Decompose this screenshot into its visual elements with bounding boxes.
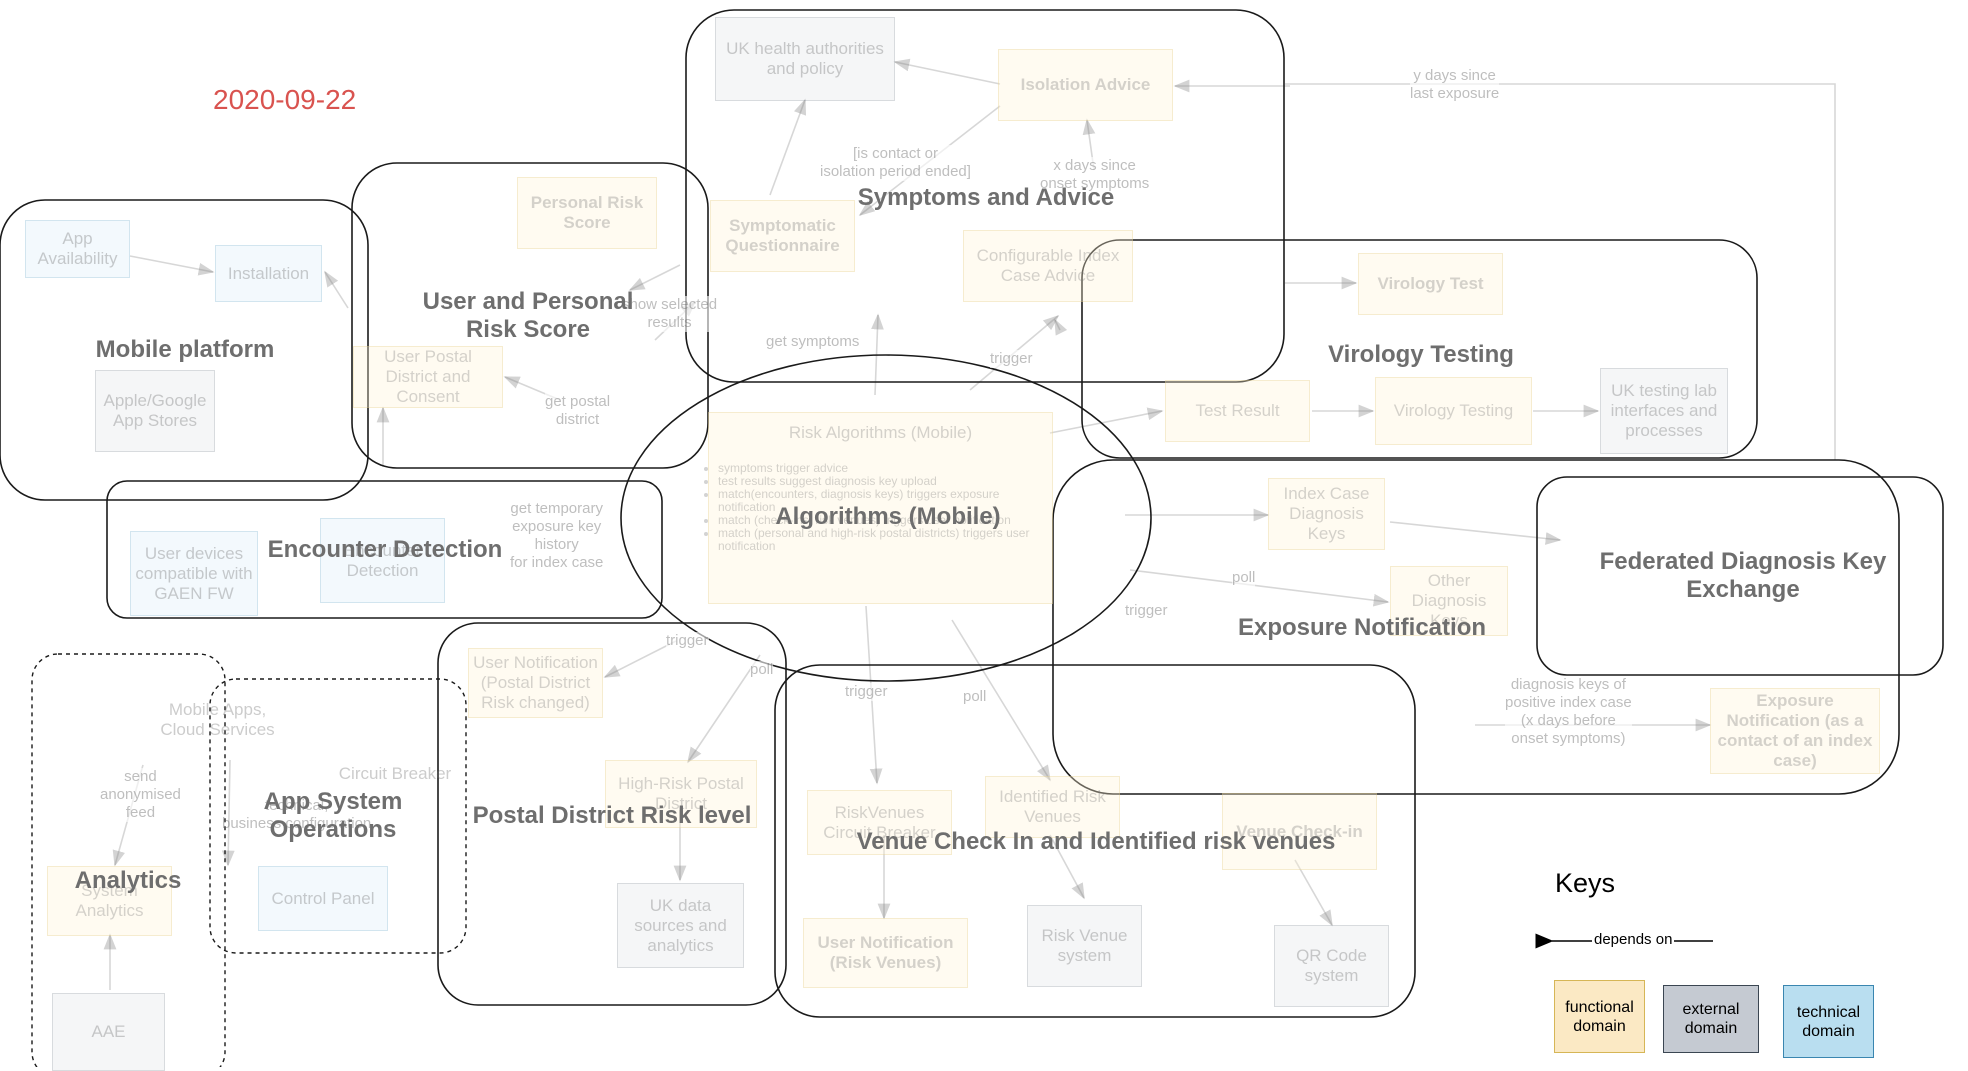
keys-title: Keys	[1555, 868, 1616, 898]
group-title-postal: Postal District Risk level	[472, 802, 752, 829]
node-index-case-keys: Index Case Diagnosis Keys	[1268, 478, 1385, 550]
group-title-algorithms: Algorithms (Mobile)	[775, 503, 1001, 530]
node-app-availability: App Availability	[25, 220, 130, 278]
diagram-date: 2020-09-22	[213, 84, 357, 115]
node-qr-code-system: QR Code system	[1274, 925, 1389, 1007]
edge-label-poll: poll	[750, 661, 774, 679]
node-control-panel: Control Panel	[258, 866, 388, 931]
edge-label-diagnosis-keys: diagnosis keys of positive index case (x…	[1505, 676, 1632, 748]
group-title-federated: Federated Diagnosis Key Exchange	[1599, 548, 1887, 603]
group-title-symptoms: Symptoms and Advice	[857, 184, 1115, 211]
key-external-domain: external domain	[1663, 985, 1759, 1053]
node-isolation-advice: Isolation Advice	[998, 49, 1173, 121]
edge-label-trigger: trigger	[845, 683, 888, 701]
node-aae: AAE	[52, 993, 165, 1071]
group-title-exposure: Exposure Notification	[1237, 614, 1487, 641]
group-title-encounter: Encounter Detection	[267, 536, 503, 563]
node-user-postal: User Postal District and Consent	[353, 346, 503, 408]
group-title-analytics: Analytics	[74, 867, 182, 894]
node-user-notif-venues: User Notification (Risk Venues)	[803, 918, 968, 988]
node-exposure-notif-index: Exposure Notification (as a contact of a…	[1710, 688, 1880, 774]
node-installation: Installation	[215, 245, 322, 302]
group-title-mobile-platform: Mobile platform	[95, 336, 275, 363]
group-title-venue: Venue Check In and Identified risk venue…	[856, 828, 1336, 855]
group-title-app-ops: App System Operations	[263, 788, 403, 843]
node-symptomatic-questionnaire: Symptomatic Questionnaire	[710, 200, 855, 272]
group-title-virology: Virology Testing	[1328, 341, 1514, 368]
edge-label-is-contact: [is contact or isolation period ended]	[820, 145, 971, 181]
key-functional-domain: functional domain	[1554, 980, 1645, 1053]
depends-on-label: depends on	[1592, 931, 1675, 948]
node-app-stores: Apple/Google App Stores	[95, 370, 215, 452]
edge-label-trigger: trigger	[666, 632, 709, 650]
edge-label-send-anonymised: send anonymised feed	[100, 768, 181, 822]
node-test-result: Test Result	[1165, 380, 1310, 442]
edge-label-poll: poll	[1232, 569, 1256, 587]
node-configurable-index: Configurable Index Case Advice	[963, 230, 1133, 302]
node-mobile-apps-cloud: Mobile Apps, Cloud Services	[160, 700, 275, 739]
key-technical-domain: technical domain	[1783, 985, 1874, 1058]
group-title-user-risk: User and Personal Risk Score	[422, 288, 634, 343]
risk-algorithms-title: Risk Algorithms (Mobile)	[788, 423, 973, 442]
edge-label-get-postal: get postal district	[545, 393, 611, 429]
node-virology-testing: Virology Testing	[1375, 377, 1532, 445]
node-uk-testing-lab: UK testing lab interfaces and processes	[1600, 368, 1728, 454]
edge-label-trigger: trigger	[990, 350, 1033, 368]
node-virology-test: Virology Test	[1358, 253, 1503, 315]
architecture-diagram: 2020-09-22 App Availability Installation…	[0, 0, 1968, 1071]
node-user-devices: User devices compatible with GAEN FW	[130, 531, 258, 616]
edge-label-get-symptoms: get symptoms	[766, 333, 860, 351]
node-personal-risk-score: Personal Risk Score	[517, 177, 657, 249]
node-user-notif-postal: User Notification (Postal District Risk …	[468, 648, 603, 718]
node-circuit-breaker: Circuit Breaker	[338, 764, 452, 783]
node-risk-venue-system: Risk Venue system	[1027, 905, 1142, 987]
edge-label-poll: poll	[963, 688, 987, 706]
node-uk-data-sources: UK data sources and analytics	[617, 883, 744, 968]
edge-label-trigger: trigger	[1125, 602, 1168, 620]
node-uk-health: UK health authorities and policy	[715, 17, 895, 101]
edge-label-y-days: y days since last exposure	[1410, 67, 1500, 103]
edge-label-get-temp-keys: get temporary exposure key history for i…	[510, 500, 604, 572]
